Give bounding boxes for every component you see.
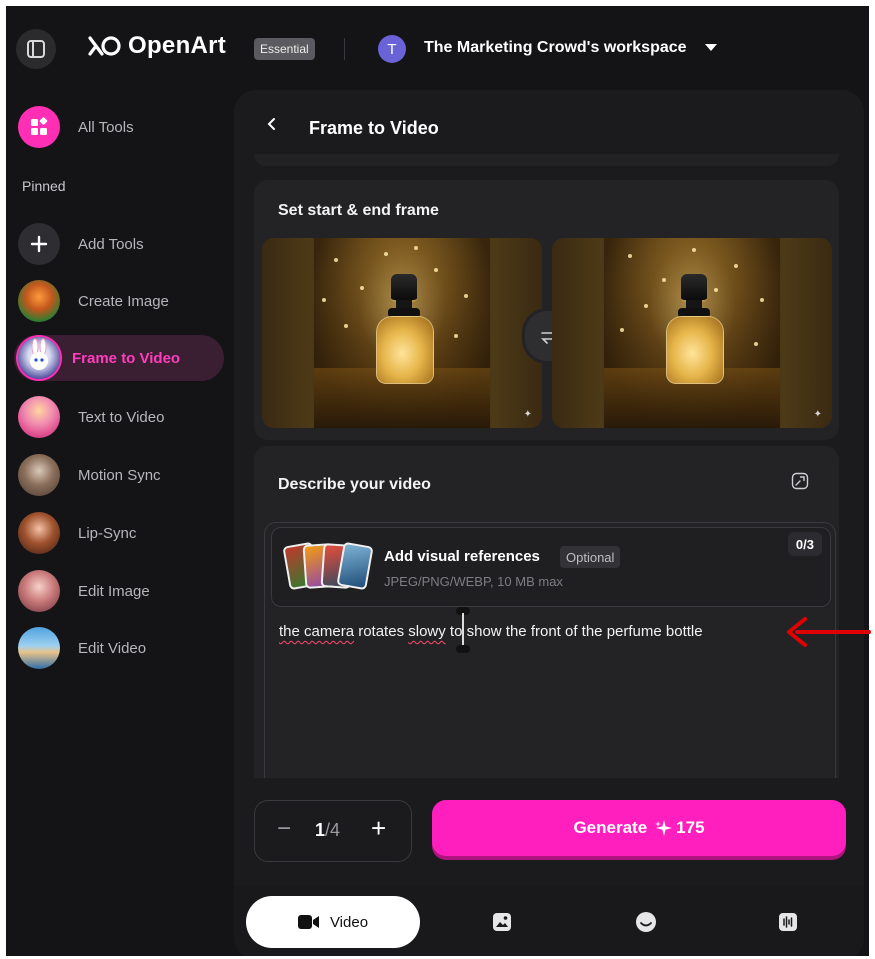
- plus-icon: [18, 223, 60, 265]
- face-icon: [636, 912, 656, 932]
- tab-image[interactable]: [482, 896, 522, 948]
- sparkle-icon: ✦: [813, 409, 822, 420]
- all-tools-icon: [18, 106, 60, 148]
- pinned-section-label: Pinned: [22, 178, 66, 194]
- perfume-bottle: [664, 274, 724, 384]
- tab-avatar[interactable]: [626, 896, 666, 948]
- credits-cost: 175: [655, 818, 705, 838]
- sidebar-item-label: Add Tools: [78, 235, 144, 253]
- credits-value: 175: [676, 818, 705, 837]
- action-bar: − 1/4 + Generate 175: [234, 778, 864, 888]
- logo-text: OpenArt: [128, 32, 227, 59]
- frame-to-video-panel: Frame to Video Set start & end frame ✦ ✦…: [234, 90, 864, 956]
- sidebar-item-add-tools[interactable]: Add Tools: [18, 221, 224, 267]
- sidebar-item-label: Edit Image: [78, 582, 150, 600]
- prompt-segment: rotates: [354, 623, 409, 640]
- tab-label: Video: [329, 913, 369, 931]
- refs-title: Add visual references: [384, 548, 540, 565]
- sparkle-icon: ✦: [523, 409, 532, 420]
- workspace-name[interactable]: The Marketing Crowd's workspace: [424, 39, 687, 57]
- tab-video[interactable]: Video: [246, 896, 420, 948]
- sidebar-item-lip-sync[interactable]: Lip-Sync: [18, 510, 224, 556]
- current-count: 1: [315, 820, 326, 840]
- sidebar-item-label: Frame to Video: [72, 349, 181, 367]
- top-bar: OpenArt Essential T The Marketing Crowd'…: [6, 6, 869, 88]
- sidebar-item-label: Create Image: [78, 292, 169, 310]
- sidebar-item-text-to-video[interactable]: Text to Video: [18, 394, 224, 440]
- sidebar-item-label: Lip-Sync: [78, 524, 137, 542]
- sidebar-item-all-tools[interactable]: All Tools: [18, 104, 224, 150]
- prompt-segment: to show the front of the perfume bottle: [445, 623, 703, 640]
- sidebar-item-edit-video[interactable]: Edit Video: [18, 625, 224, 671]
- output-count: 1/4: [315, 820, 340, 841]
- video-camera-icon: [297, 915, 319, 929]
- describe-section-label: Describe your video: [278, 476, 431, 493]
- output-count-stepper: − 1/4 +: [254, 800, 412, 862]
- start-frame-image[interactable]: ✦: [262, 238, 542, 428]
- sidebar-item-label: Text to Video: [78, 408, 165, 426]
- optional-badge: Optional: [560, 546, 621, 568]
- text-cursor: [456, 607, 470, 653]
- increment-button[interactable]: +: [371, 813, 386, 844]
- plan-badge: Essential: [254, 38, 315, 60]
- frames-section-label: Set start & end frame: [278, 202, 439, 219]
- mode-tab-bar: Video: [234, 886, 864, 956]
- openart-logo[interactable]: OpenArt: [86, 32, 226, 60]
- sidebar-item-label: Motion Sync: [78, 466, 161, 484]
- sidebar-item-frame-to-video[interactable]: Frame to Video: [14, 335, 224, 381]
- workspace-avatar[interactable]: T: [378, 35, 406, 63]
- decrement-button[interactable]: −: [277, 815, 291, 843]
- back-chevron-icon[interactable]: [264, 116, 280, 132]
- total-count: /4: [325, 820, 341, 840]
- sidebar-item-motion-sync[interactable]: Motion Sync: [18, 452, 224, 498]
- caret-down-icon[interactable]: [705, 44, 717, 51]
- infinity-logo-icon: [88, 36, 121, 56]
- text-to-video-thumb: [18, 396, 60, 438]
- visual-references-uploader[interactable]: Add visual references Optional JPEG/PNG/…: [271, 527, 831, 607]
- tab-audio[interactable]: [768, 896, 808, 948]
- annotation-arrow-icon: [787, 617, 871, 647]
- start-end-frame-card: Set start & end frame ✦ ✦: [254, 180, 839, 440]
- refs-file-hint: JPEG/PNG/WEBP, 10 MB max: [384, 574, 563, 589]
- lip-sync-thumb: [18, 512, 60, 554]
- collapsed-card: [254, 154, 839, 166]
- divider: [344, 38, 345, 60]
- edit-video-thumb: [18, 627, 60, 669]
- page-title: Frame to Video: [309, 118, 439, 138]
- create-image-thumb: [18, 280, 60, 322]
- motion-sync-thumb: [18, 454, 60, 496]
- prompt-segment: slowy: [408, 623, 446, 640]
- sidebar-item-label: Edit Video: [78, 639, 147, 657]
- sidebar-toggle-icon: [27, 40, 45, 58]
- app-window: OpenArt Essential T The Marketing Crowd'…: [6, 6, 869, 956]
- sparkle-icon: [655, 820, 673, 836]
- perfume-bottle: [374, 274, 434, 384]
- end-frame-image[interactable]: ✦: [552, 238, 832, 428]
- panel-header: Frame to Video: [234, 90, 864, 162]
- audio-wave-icon: [779, 913, 797, 931]
- edit-image-thumb: [18, 570, 60, 612]
- generate-label: Generate: [573, 818, 648, 837]
- sidebar-item-edit-image[interactable]: Edit Image: [18, 568, 224, 614]
- sidebar-toggle-button[interactable]: [16, 29, 56, 69]
- generate-button[interactable]: Generate 175: [432, 800, 846, 856]
- expand-icon[interactable]: [791, 472, 809, 490]
- prompt-segment: the camera: [279, 623, 355, 640]
- image-icon: [493, 913, 511, 931]
- frame-to-video-thumb: [18, 337, 60, 379]
- prompt-textarea[interactable]: the camera rotates slowy to show the fro…: [279, 623, 819, 640]
- reference-thumbnails-icon: [282, 541, 374, 591]
- sidebar-item-label: All Tools: [78, 118, 134, 136]
- sidebar-item-create-image[interactable]: Create Image: [18, 278, 224, 324]
- refs-count-badge: 0/3: [787, 532, 822, 556]
